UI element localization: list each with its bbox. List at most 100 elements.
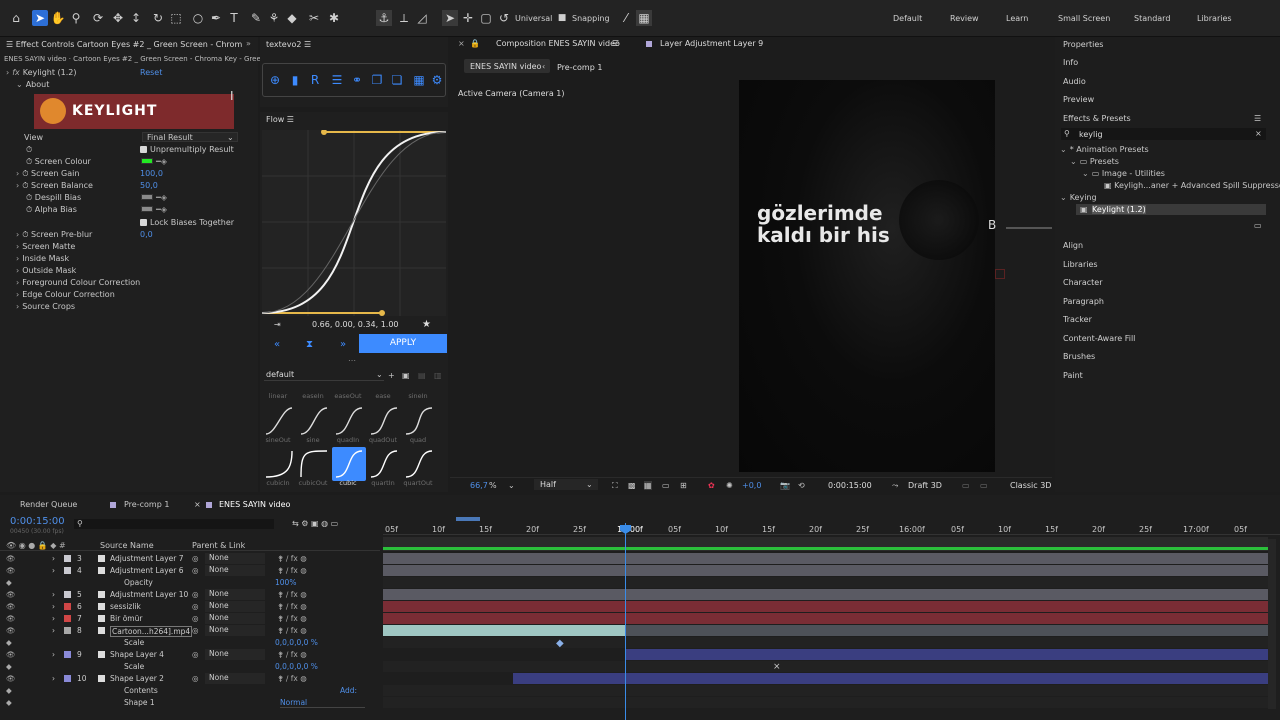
clone-tool-icon[interactable]: ⚘	[266, 10, 282, 26]
screen-balance-row[interactable]: › ⏱ Screen Balance	[16, 181, 93, 191]
box-icon[interactable]: ▢	[478, 10, 494, 26]
layer-bar[interactable]	[383, 589, 1268, 600]
tree-image-utilities[interactable]: ⌄ ▭ Image - Utilities	[1082, 169, 1165, 178]
anchor-tool-icon[interactable]: ⬚	[168, 10, 184, 26]
alpha-bias-row[interactable]: ⏱ Alpha Bias	[26, 205, 77, 215]
workspace-default[interactable]: Default	[893, 14, 922, 23]
stopwatch-icon[interactable]: ⏱	[22, 181, 31, 190]
composition-tab[interactable]: Composition ENES SAYIN video	[496, 39, 620, 48]
next-icon[interactable]: »	[340, 339, 346, 350]
panel-libraries[interactable]: Libraries	[1063, 260, 1098, 269]
chevron-right-icon[interactable]: ›	[52, 626, 55, 635]
grid-snap-icon[interactable]: ▦	[636, 10, 652, 26]
eye-icon[interactable]: ◆	[6, 686, 12, 695]
eyedropper-icon[interactable]: ━◈	[156, 157, 167, 166]
eye-icon[interactable]: ◆	[6, 662, 12, 671]
switches-icons[interactable]: ⚵ ∕ fx ◍	[278, 626, 307, 635]
layer-search-input[interactable]: ⚲	[74, 519, 274, 529]
section-outside-mask[interactable]: › Outside Mask	[16, 266, 76, 275]
section-screen-matte[interactable]: › Screen Matte	[16, 242, 75, 251]
chevron-down-icon[interactable]: ⌄	[508, 481, 515, 490]
panel-align[interactable]: Align	[1063, 241, 1083, 250]
parent-dropdown[interactable]: None	[205, 601, 265, 612]
layer-name[interactable]: Shape Layer 2	[110, 674, 164, 683]
ease-preset-tile[interactable]	[402, 404, 436, 438]
stopwatch-icon[interactable]: ⏱	[26, 193, 35, 202]
tree-keylight-effect[interactable]: ▣ Keylight (1.2)	[1076, 204, 1266, 215]
exposure-value[interactable]: +0,0	[742, 481, 761, 490]
layer-label-color[interactable]	[64, 651, 71, 658]
switches-icons[interactable]: ⚵ ∕ fx ◍	[278, 650, 307, 659]
add-preset-icon[interactable]: +	[388, 371, 395, 380]
panel-properties[interactable]: Properties	[1063, 40, 1103, 49]
add-icon[interactable]: ⊕	[267, 72, 283, 88]
tree-presets[interactable]: ⌄ ▭ Presets	[1070, 157, 1119, 166]
eye-icon[interactable]: ◆	[6, 578, 12, 587]
chevron-right-icon[interactable]: ›	[52, 650, 55, 659]
panel-paint[interactable]: Paint	[1063, 371, 1083, 380]
switches-icons[interactable]: ⚵ ∕ fx ◍	[278, 566, 307, 575]
export-preset-icon[interactable]: ▤	[418, 371, 426, 380]
view-dropdown[interactable]: Final Result ⌄	[142, 132, 238, 142]
panel-tracker[interactable]: Tracker	[1063, 315, 1092, 324]
universal-label[interactable]: Universal	[515, 14, 552, 23]
screen-preblur-row[interactable]: › ⏱ Screen Pre-blur	[16, 230, 92, 240]
color-channels-icon[interactable]: ✿	[708, 481, 715, 490]
chevron-right-icon[interactable]: ›	[52, 602, 55, 611]
stopwatch-icon[interactable]: ⏱	[26, 157, 35, 166]
eraser-tool-icon[interactable]: ◆	[284, 10, 300, 26]
pickwhip-icon[interactable]: ◎	[192, 566, 199, 575]
layer-name[interactable]: Shape Layer 4	[110, 650, 164, 659]
screen-preblur-value[interactable]: 0,0	[140, 230, 153, 239]
breadcrumb-precomp[interactable]: Pre-comp 1	[557, 63, 602, 72]
parent-dropdown[interactable]: None	[205, 589, 265, 600]
lock-icon[interactable]: 🔒	[470, 39, 480, 48]
parent-link-header[interactable]: Parent & Link	[192, 541, 245, 550]
puppet-tool-icon[interactable]: ✱	[326, 10, 342, 26]
guides-icon[interactable]: ▦	[644, 481, 652, 490]
ease-preset-tile[interactable]	[297, 447, 331, 481]
section-inside-mask[interactable]: › Inside Mask	[16, 254, 69, 263]
ease-preset-tile[interactable]	[332, 404, 366, 438]
layer-bar[interactable]	[625, 625, 1268, 636]
more-icon[interactable]: ⋯	[348, 356, 356, 365]
apply-button[interactable]: APPLY	[359, 334, 447, 353]
parent-dropdown[interactable]: None	[205, 553, 265, 564]
renderer-mode[interactable]: Classic 3D	[1010, 481, 1051, 490]
tree-keying[interactable]: ⌄ Keying	[1060, 193, 1097, 202]
fx-icon[interactable]: fx	[12, 68, 20, 77]
snap-icon[interactable]: ⁄	[618, 10, 634, 26]
star-icon[interactable]: ★	[422, 319, 431, 330]
layer-name[interactable]: Adjustment Layer 7	[110, 554, 184, 563]
workspace-standard[interactable]: Standard	[1134, 14, 1170, 23]
switches-icons[interactable]: ⚵ ∕ fx ◍	[278, 602, 307, 611]
ease-preset-tile[interactable]	[367, 447, 401, 481]
stopwatch-icon[interactable]: ⏱	[22, 230, 31, 239]
flow-tab[interactable]: Flow ☰	[260, 113, 448, 127]
eye-icon[interactable]: 👁	[6, 566, 16, 575]
layer-label-color[interactable]	[64, 675, 71, 682]
chevron-right-icon[interactable]: ›	[52, 590, 55, 599]
tab-precomp[interactable]: Pre-comp 1	[124, 500, 169, 509]
paste-icon[interactable]: ❏	[389, 72, 405, 88]
panel-menu-icon[interactable]: ☰	[1254, 114, 1261, 123]
panel-audio[interactable]: Audio	[1063, 77, 1086, 86]
switches-icons[interactable]: ⚵ ∕ fx ◍	[278, 590, 307, 599]
draft3d-icon[interactable]: ⤳	[892, 481, 898, 491]
selection-tool-icon[interactable]: ➤	[32, 10, 48, 26]
section-edge-colour[interactable]: › Edge Colour Correction	[16, 290, 115, 299]
ease-preset-tile[interactable]	[262, 404, 296, 438]
section-source-crops[interactable]: › Source Crops	[16, 302, 75, 311]
flow-curve-graph[interactable]	[262, 130, 446, 316]
ease-preset-tile[interactable]	[332, 447, 366, 481]
link-icon[interactable]: ⚭	[349, 72, 365, 88]
layer-bar[interactable]	[383, 565, 1268, 576]
switches-icons[interactable]: ⚵ ∕ fx ◍	[278, 614, 307, 623]
preset-dropdown[interactable]: default ⌄	[264, 370, 384, 381]
rotate3d-icon[interactable]: ↺	[496, 10, 512, 26]
chevron-right-icon[interactable]: ›	[52, 554, 55, 563]
layer-name[interactable]: Bir ömür	[110, 614, 142, 623]
switches-icons[interactable]: ⚵ ∕ fx ◍	[278, 554, 307, 563]
screen-balance-value[interactable]: 50,0	[140, 181, 158, 190]
snapshot-icon[interactable]: 📷	[780, 481, 790, 490]
